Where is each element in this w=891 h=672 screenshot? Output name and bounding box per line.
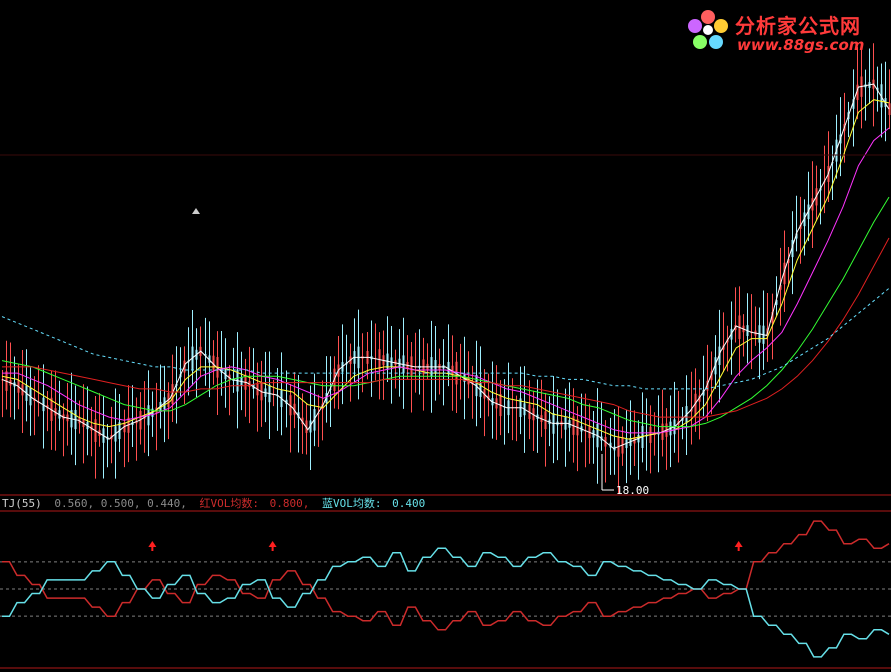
vol-line-red	[2, 520, 890, 631]
red-vol-value: 0.800,	[270, 497, 310, 510]
blue-vol-label: 蓝VOL均数:	[322, 497, 382, 510]
indicator-level-lines	[0, 561, 891, 617]
ma-line-magenta-ma	[2, 127, 890, 434]
signal-arrow-stem	[737, 546, 740, 551]
signal-arrow-stem	[151, 546, 154, 551]
indicator-values: 0.560, 0.500, 0.440,	[54, 497, 186, 510]
blue-vol-value: 0.400	[392, 497, 425, 510]
moving-average-lines	[1, 83, 890, 450]
signal-arrows	[148, 541, 743, 551]
flower-logo-icon	[688, 10, 728, 49]
indicator-name: TJ(55)	[2, 497, 42, 510]
candlestick-series	[1, 43, 891, 494]
stock-chart: 18.00 TJ(55) 0.560, 0.500, 0.440, 红VOL均数…	[0, 43, 891, 669]
red-vol-label: 红VOL均数:	[199, 497, 259, 510]
signal-arrow-stem	[271, 546, 274, 551]
time-marker-triangle	[192, 208, 200, 214]
watermark: 分析家公式网 www.88gs.com	[683, 4, 883, 58]
indicator-legend: TJ(55) 0.560, 0.500, 0.440, 红VOL均数: 0.80…	[2, 497, 425, 510]
watermark-title: 分析家公式网	[735, 14, 861, 38]
vol-line-blue	[2, 547, 890, 658]
watermark-url: www.88gs.com	[737, 36, 865, 54]
